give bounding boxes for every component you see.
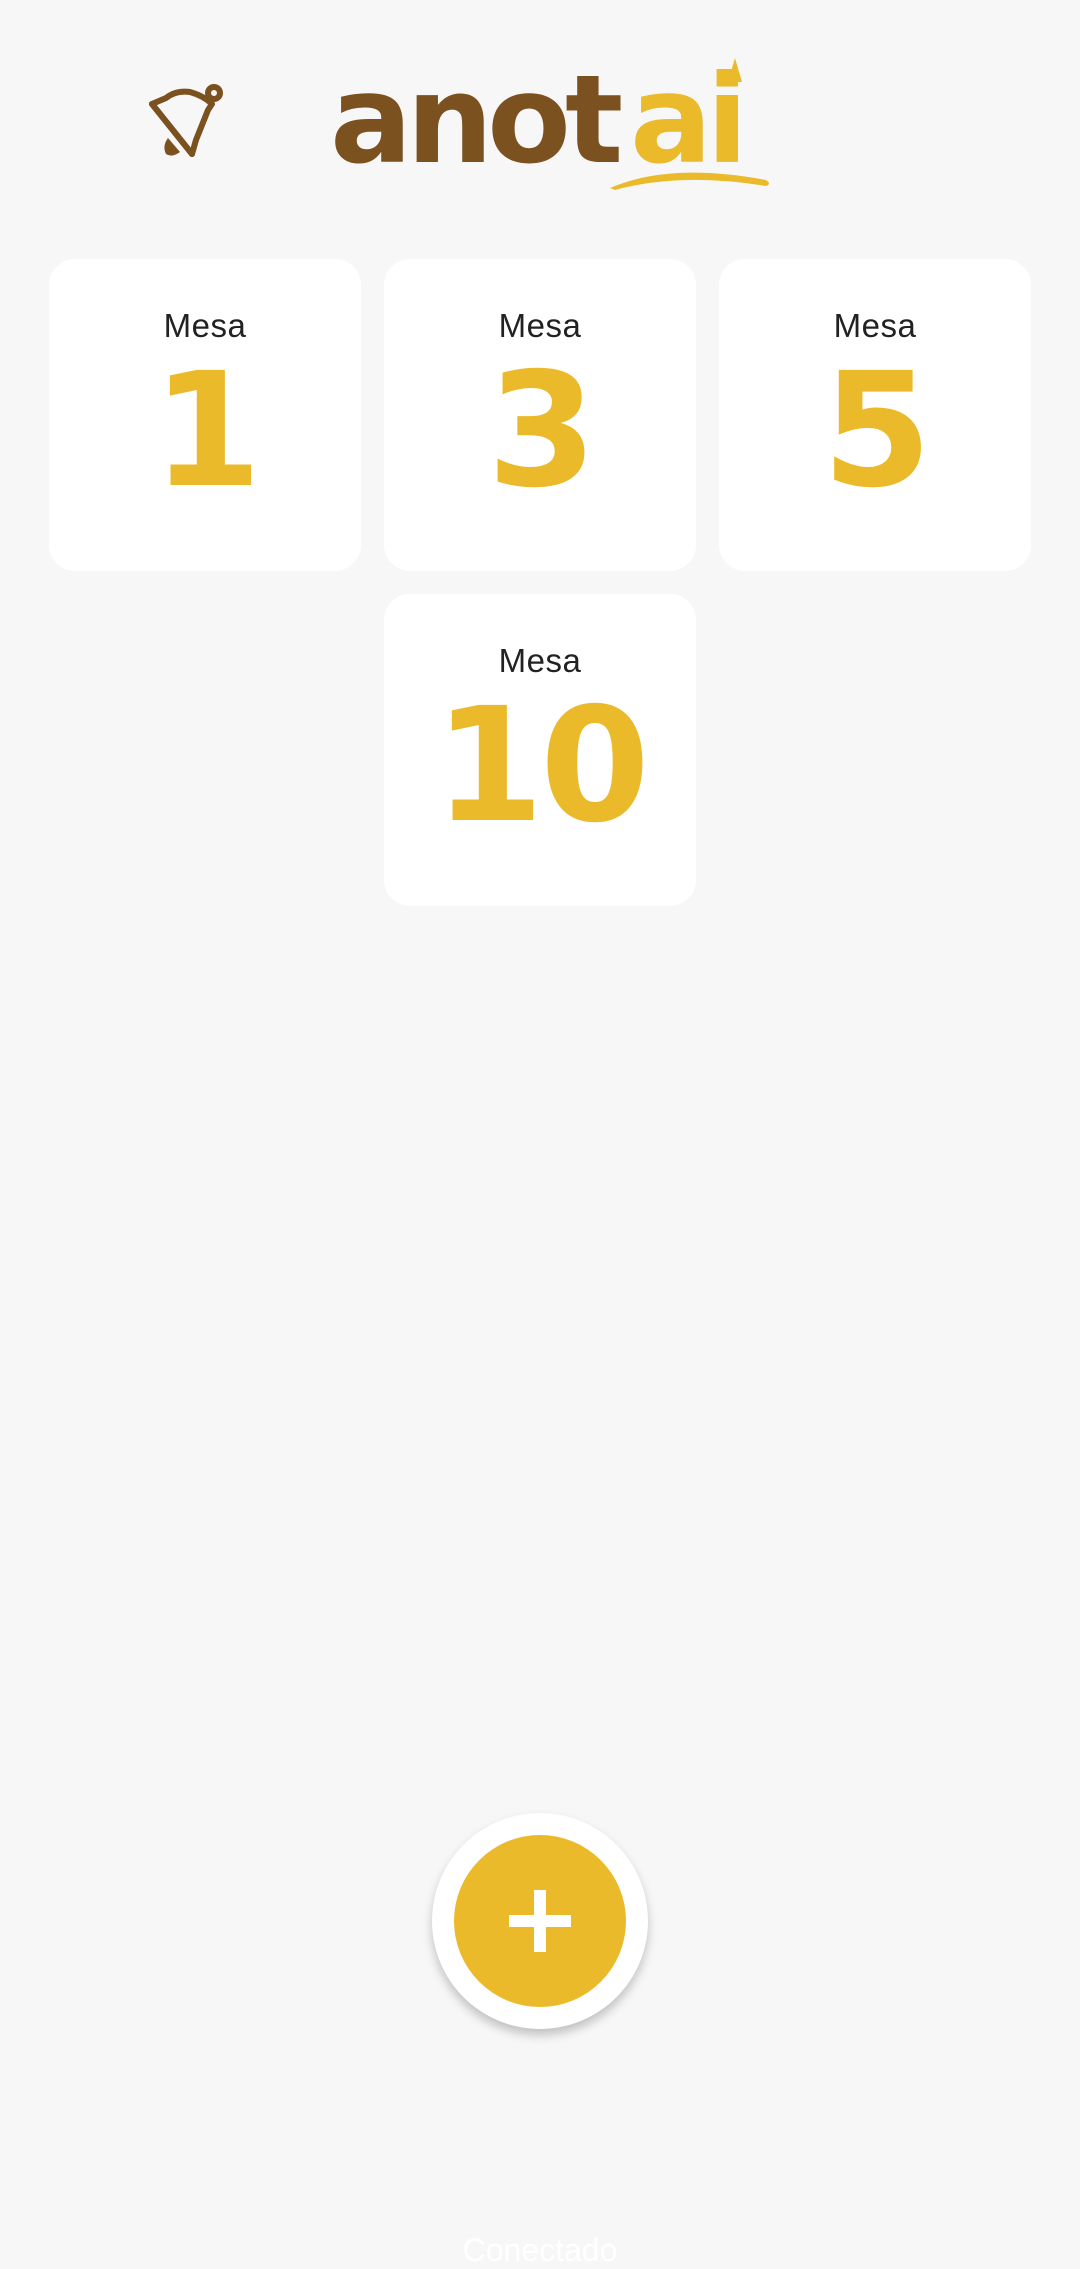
table-card-1[interactable]: Mesa 1 (49, 259, 361, 571)
add-table-button-ring (432, 1813, 648, 2029)
logo-text-accent: ai (630, 52, 742, 191)
table-number: 3 (487, 339, 597, 523)
table-number: 5 (822, 339, 932, 523)
table-card-3[interactable]: Mesa 3 (384, 259, 696, 571)
logo-text-dark: anot (330, 52, 621, 191)
app-header: anot ai (0, 0, 1080, 220)
bell-icon[interactable] (146, 82, 230, 166)
add-table-button[interactable] (454, 1835, 626, 2007)
table-number: 1 (152, 339, 262, 523)
connection-status: Conectado (462, 2232, 618, 2268)
plus-icon (509, 1890, 571, 1952)
table-number: 10 (434, 674, 650, 858)
table-card-10[interactable]: Mesa 10 (384, 594, 696, 906)
table-card-5[interactable]: Mesa 5 (719, 259, 1031, 571)
anotai-logo: anot ai (330, 49, 770, 202)
